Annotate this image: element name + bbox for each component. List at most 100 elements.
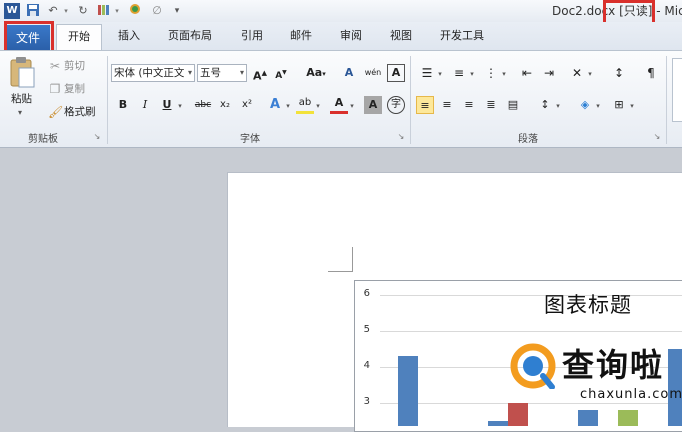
- chart-bar[interactable]: [508, 403, 528, 426]
- tab-insert[interactable]: 插入: [118, 28, 140, 44]
- chart-bar[interactable]: [398, 356, 418, 426]
- font-size-combo[interactable]: 五号 ▾: [197, 64, 247, 82]
- copy-button[interactable]: 复制: [64, 82, 85, 96]
- watermark-text: 查询啦: [562, 346, 665, 384]
- y-tick-label: 5: [363, 324, 370, 335]
- highlight-dropdown-icon[interactable]: ▾: [314, 98, 322, 114]
- shading-icon[interactable]: ◈: [576, 96, 594, 114]
- increase-indent-icon[interactable]: ⇥: [540, 64, 558, 82]
- clipboard-launcher-icon[interactable]: ↘: [92, 129, 102, 145]
- no-format-icon[interactable]: ∅: [150, 3, 164, 19]
- strikethrough-button[interactable]: abc: [192, 96, 214, 114]
- chinese-layout-icon[interactable]: ✕: [568, 64, 586, 82]
- distributed-icon[interactable]: ▤: [504, 96, 522, 114]
- format-painter-qat-icon[interactable]: [96, 3, 110, 19]
- numbering-icon[interactable]: ≡: [450, 64, 468, 82]
- align-right-icon[interactable]: ≡: [460, 96, 478, 114]
- character-border-button[interactable]: A: [387, 64, 405, 82]
- qat-dropdown-icon[interactable]: ▾: [113, 3, 121, 19]
- tab-references[interactable]: 引用: [241, 28, 263, 44]
- font-color-button[interactable]: A: [330, 96, 348, 114]
- multilevel-list-dropdown-icon[interactable]: ▾: [500, 66, 508, 82]
- align-center-icon[interactable]: ≡: [438, 96, 456, 114]
- grow-font-button[interactable]: A▲: [251, 64, 269, 83]
- cut-icon[interactable]: ✂: [48, 58, 62, 74]
- text-effects-button[interactable]: A: [266, 96, 284, 114]
- borders-icon[interactable]: ⊞: [610, 96, 628, 114]
- multilevel-list-icon[interactable]: ⋮: [482, 64, 500, 82]
- show-marks-icon[interactable]: ¶: [642, 64, 660, 82]
- chinese-layout-dropdown-icon[interactable]: ▾: [586, 66, 594, 82]
- color-wheel-icon[interactable]: [128, 3, 142, 19]
- enclose-characters-button[interactable]: 字: [387, 96, 405, 114]
- chart-bar[interactable]: [578, 410, 598, 426]
- gridline: [380, 295, 682, 296]
- bullets-dropdown-icon[interactable]: ▾: [436, 66, 444, 82]
- sort-icon[interactable]: ↕: [610, 64, 628, 82]
- chart-bar[interactable]: [488, 421, 508, 426]
- phonetic-guide-button[interactable]: wén: [364, 64, 382, 82]
- phonetic-guide-icon: wén: [364, 68, 382, 77]
- cut-button[interactable]: 剪切: [64, 59, 85, 73]
- superscript-button[interactable]: x²: [238, 96, 256, 114]
- paste-icon[interactable]: [8, 56, 36, 90]
- font-size-dropdown-icon[interactable]: ▾: [240, 65, 244, 81]
- justify-icon[interactable]: ≣: [482, 96, 500, 114]
- page-corner-mark: [328, 247, 353, 272]
- font-color-dropdown-icon[interactable]: ▾: [348, 98, 356, 114]
- styles-gallery[interactable]: [672, 58, 682, 122]
- tab-home[interactable]: 开始: [56, 24, 102, 51]
- shading-dropdown-icon[interactable]: ▾: [594, 98, 602, 114]
- underline-dropdown-icon[interactable]: ▾: [176, 98, 184, 114]
- undo-dropdown-icon[interactable]: ▾: [62, 3, 70, 19]
- gridline: [380, 331, 682, 332]
- y-tick-label: 6: [363, 288, 370, 299]
- subscript-button[interactable]: x₂: [216, 96, 234, 114]
- chart-bar[interactable]: [618, 410, 638, 426]
- redo-icon[interactable]: ↻: [76, 3, 90, 19]
- word-app-icon[interactable]: W: [4, 3, 20, 19]
- tab-view[interactable]: 视图: [390, 28, 412, 44]
- tab-developer[interactable]: 开发工具: [440, 28, 484, 44]
- paste-label[interactable]: 粘贴: [11, 92, 32, 106]
- format-painter-icon[interactable]: 🖌: [48, 104, 63, 120]
- group-separator: [666, 56, 667, 144]
- paste-dropdown-icon[interactable]: ▾: [18, 106, 22, 120]
- borders-dropdown-icon[interactable]: ▾: [628, 98, 636, 114]
- character-shading-button[interactable]: A: [364, 96, 382, 114]
- font-name-combo[interactable]: 宋体 (中文正文 ▾: [111, 64, 195, 82]
- shrink-font-button[interactable]: A▼: [272, 64, 290, 82]
- y-tick-label: 4: [363, 360, 370, 371]
- change-case-icon: Aa: [306, 66, 323, 79]
- line-spacing-dropdown-icon[interactable]: ▾: [554, 98, 562, 114]
- numbering-dropdown-icon[interactable]: ▾: [468, 66, 476, 82]
- customize-qat-icon[interactable]: ▾: [172, 3, 182, 19]
- italic-button[interactable]: I: [136, 96, 154, 114]
- clear-formatting-icon: A: [344, 66, 354, 79]
- copy-icon[interactable]: ❐: [48, 81, 62, 97]
- align-left-icon[interactable]: ≡: [416, 96, 434, 114]
- save-icon[interactable]: [26, 3, 40, 19]
- font-name-dropdown-icon[interactable]: ▾: [188, 65, 192, 81]
- format-painter-button[interactable]: 格式刷: [64, 105, 96, 119]
- title-bar: W ↶ ▾ ↻ ▾ ∅ ▾ Doc2.docx [只读] - Mic: [0, 0, 682, 22]
- highlight-button[interactable]: ab: [296, 96, 314, 114]
- bold-button[interactable]: B: [114, 96, 132, 114]
- group-separator: [410, 56, 411, 144]
- undo-icon[interactable]: ↶: [46, 3, 60, 19]
- change-case-button[interactable]: Aa▾: [302, 64, 330, 82]
- font-group-label: 字体: [240, 134, 260, 145]
- clear-formatting-button[interactable]: A: [340, 64, 358, 82]
- tab-mailings[interactable]: 邮件: [290, 28, 312, 44]
- watermark-url: chaxunla.com: [580, 387, 682, 402]
- text-effects-dropdown-icon[interactable]: ▾: [284, 98, 292, 114]
- tab-page-layout[interactable]: 页面布局: [168, 28, 212, 44]
- tab-review[interactable]: 审阅: [340, 28, 362, 44]
- underline-button[interactable]: U: [158, 96, 176, 114]
- paragraph-launcher-icon[interactable]: ↘: [652, 129, 662, 145]
- decrease-indent-icon[interactable]: ⇤: [518, 64, 536, 82]
- line-spacing-icon[interactable]: ↕: [536, 96, 554, 114]
- font-launcher-icon[interactable]: ↘: [396, 129, 406, 145]
- bullets-icon[interactable]: ☰: [418, 64, 436, 82]
- chart-title[interactable]: 图表标题: [544, 289, 632, 319]
